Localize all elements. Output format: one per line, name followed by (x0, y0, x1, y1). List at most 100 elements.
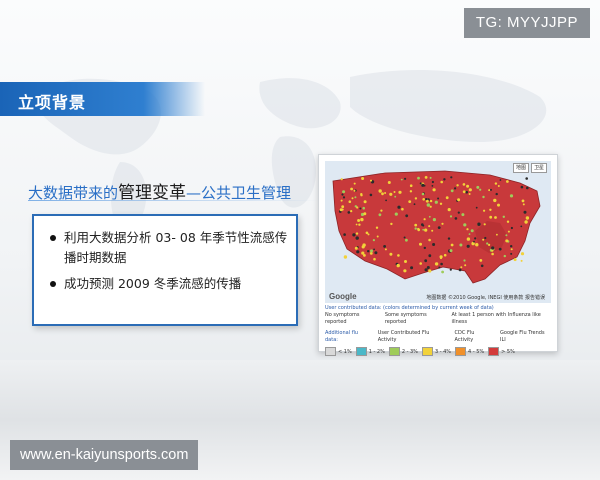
map-pin-icon (342, 196, 346, 199)
map-pin-icon (505, 239, 509, 243)
map-pin-icon (414, 223, 418, 227)
map-pin-icon (421, 183, 425, 187)
map-pin-icon (342, 190, 346, 194)
flu-map-view[interactable]: 地图 卫星 Google 地图数据 ©2010 Google, INEGI 使用… (325, 161, 551, 303)
map-pin-icon (484, 236, 487, 240)
map-pin-icon (475, 243, 479, 247)
legend-label: 1 - 2% (368, 348, 385, 355)
map-pin-icon (363, 212, 367, 216)
map-pin-icon (491, 249, 494, 252)
legend-swatch (455, 347, 467, 356)
additional-data-label: Additional flu data: (325, 330, 359, 343)
map-pin-icon (525, 216, 530, 220)
map-pin-icon (520, 185, 524, 189)
map-pin-icon (505, 234, 508, 237)
map-pin-icon (356, 250, 360, 254)
map-pin-icon (447, 237, 451, 240)
map-pin-icon (438, 266, 441, 269)
map-pin-icon (443, 178, 446, 181)
map-pin-icon (477, 222, 481, 226)
map-pin-icon (417, 227, 420, 231)
map-pin-icon (378, 213, 382, 217)
legend-label: > 5% (501, 348, 515, 355)
map-pin-icon (463, 223, 467, 227)
bullet-item: 利用大数据分析 03- 08 年季节性流感传播时期数据 (50, 228, 294, 268)
map-pin-icon (423, 246, 426, 250)
map-pin-icon (380, 209, 383, 212)
map-pin-icon (445, 196, 449, 200)
legend-swatches: < 1% 1 - 2% 2 - 3% 3 - 4% 4 - 5% > 5% (325, 347, 551, 356)
map-pin-icon (474, 237, 477, 240)
map-pin-icon (394, 212, 398, 216)
map-pin-icon (401, 207, 404, 211)
map-pin-icon (483, 209, 486, 212)
google-logo: Google (329, 292, 357, 301)
map-pin-icon (466, 244, 470, 248)
map-pin-icon (390, 222, 393, 226)
map-pin-icon (360, 217, 364, 222)
map-pin-icon (369, 252, 373, 255)
map-pin-icon (495, 192, 498, 196)
map-pin-icon (428, 238, 431, 242)
map-pin-icon (466, 184, 470, 188)
section-title: 立项背景 (18, 93, 87, 112)
map-pin-icon (369, 193, 373, 197)
map-pin-icon (428, 215, 431, 218)
additional-data-option[interactable]: Google Flu Trends ILI (500, 330, 551, 344)
map-pin-icon (441, 270, 444, 274)
map-pin-icon (370, 179, 372, 182)
user-data-items: No symptoms reported Some symptoms repor… (325, 312, 551, 326)
map-pin-icon (404, 260, 407, 263)
map-pin-icon (374, 251, 378, 255)
map-pin-icon (405, 214, 409, 218)
map-pin-icon (496, 233, 498, 236)
map-pin-icon (494, 182, 498, 185)
map-pin-icon (494, 216, 497, 219)
user-data-item: Some symptoms reported (384, 312, 427, 325)
map-pin-icon (370, 249, 373, 253)
legend-item: 1 - 2% (355, 347, 385, 356)
map-pin-icon (476, 185, 480, 189)
map-type-button[interactable]: 地图 (512, 163, 529, 173)
map-pin-icon (432, 218, 436, 222)
map-pin-icon (454, 187, 457, 190)
map-pin-icon (429, 176, 432, 179)
map-pin-icon (354, 246, 358, 250)
map-pin-icon (398, 190, 402, 194)
map-pin-icon (373, 257, 376, 261)
map-pin-icon (397, 254, 400, 257)
map-pin-icon (431, 185, 434, 187)
legend-swatch (421, 347, 433, 356)
additional-data-option[interactable]: CDC Flu Activity (455, 330, 494, 344)
map-pin-icon (525, 177, 528, 180)
map-pin-icon (425, 198, 428, 201)
map-pin-icon (428, 254, 432, 258)
map-pin-icon (341, 205, 345, 209)
legend-swatch (355, 347, 367, 356)
map-pin-icon (347, 211, 351, 214)
map-pin-icon (443, 253, 447, 257)
bullet-dot-icon (50, 281, 56, 287)
satellite-type-button[interactable]: 卫星 (530, 163, 547, 173)
map-pin-icon (482, 195, 485, 199)
bullet-list: 利用大数据分析 03- 08 年季节性流感传播时期数据 成功预测 2009 冬季… (50, 228, 294, 300)
map-pin-icon (434, 200, 438, 204)
additional-data-option[interactable]: User Contributed Flu Activity (378, 330, 449, 344)
bullet-text: 成功预测 2009 冬季流感的传播 (64, 276, 242, 291)
map-pin-icon (497, 203, 500, 207)
map-pin-icon (454, 217, 458, 220)
map-pin-icon (498, 247, 502, 251)
map-pin-icon (432, 188, 436, 192)
legend-label: 3 - 4% (434, 348, 452, 355)
map-pin-icon (468, 193, 471, 195)
legend-label: < 1% (338, 348, 352, 355)
map-pin-icon (464, 264, 467, 267)
bullet-item: 成功预测 2009 冬季流感的传播 (50, 274, 294, 294)
map-pin-icon (522, 203, 525, 206)
map-pin-icon (424, 268, 428, 272)
map-pin-icon (358, 223, 361, 226)
map-pin-icon (439, 202, 443, 205)
map-pin-icon (437, 226, 441, 229)
map-pin-icon (523, 210, 527, 214)
legend-item: 2 - 3% (388, 347, 418, 356)
